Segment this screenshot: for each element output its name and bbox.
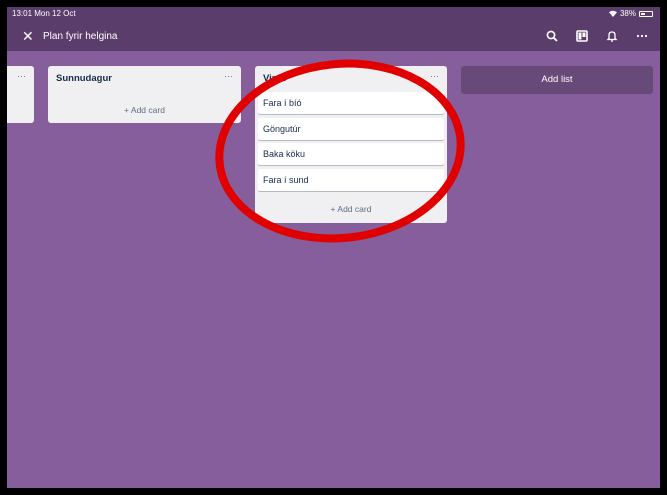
card-item[interactable]: Fara í bíó [258, 92, 444, 114]
list-menu-icon[interactable]: ··· [430, 71, 439, 81]
board-title: Plan fyrir helgina [43, 31, 118, 42]
list-sunnudagur: Sunnudagur ··· + Add card [48, 66, 241, 123]
bell-icon[interactable] [604, 28, 620, 44]
board-view-icon[interactable] [574, 28, 590, 44]
card-item[interactable]: Baka köku [258, 143, 444, 165]
status-time: 13:01 Mon 12 Oct [12, 9, 76, 18]
more-icon[interactable] [634, 28, 650, 44]
list-partial: ··· [7, 66, 34, 123]
battery-percent: 38% [619, 9, 636, 18]
board-screen: 13:01 Mon 12 Oct 38% ✕ Plan fyrir helgin… [7, 7, 660, 488]
add-card-button[interactable]: + Add card [255, 204, 447, 214]
list-title[interactable]: Vinja [263, 73, 286, 84]
status-right: 38% [608, 9, 653, 18]
list-title[interactable]: Sunnudagur [56, 73, 112, 84]
list-menu-icon[interactable]: ··· [17, 71, 26, 81]
header-actions [544, 28, 650, 44]
add-list-button[interactable]: Add list [461, 66, 653, 94]
add-card-button[interactable]: + Add card [48, 105, 241, 115]
status-bar: 13:01 Mon 12 Oct 38% [7, 7, 660, 23]
wifi-icon [608, 10, 617, 17]
device-frame: 13:01 Mon 12 Oct 38% ✕ Plan fyrir helgin… [0, 0, 667, 495]
list-vinja: Vinja ··· Fara í bíó Göngutúr Baka köku … [255, 66, 447, 223]
list-menu-icon[interactable]: ··· [224, 71, 233, 81]
card-item[interactable]: Fara í sund [258, 169, 444, 191]
close-icon[interactable]: ✕ [22, 29, 34, 43]
battery-icon [639, 10, 653, 17]
board-header: ✕ Plan fyrir helgina [7, 23, 660, 51]
card-item[interactable]: Göngutúr [258, 118, 444, 140]
search-icon[interactable] [544, 28, 560, 44]
